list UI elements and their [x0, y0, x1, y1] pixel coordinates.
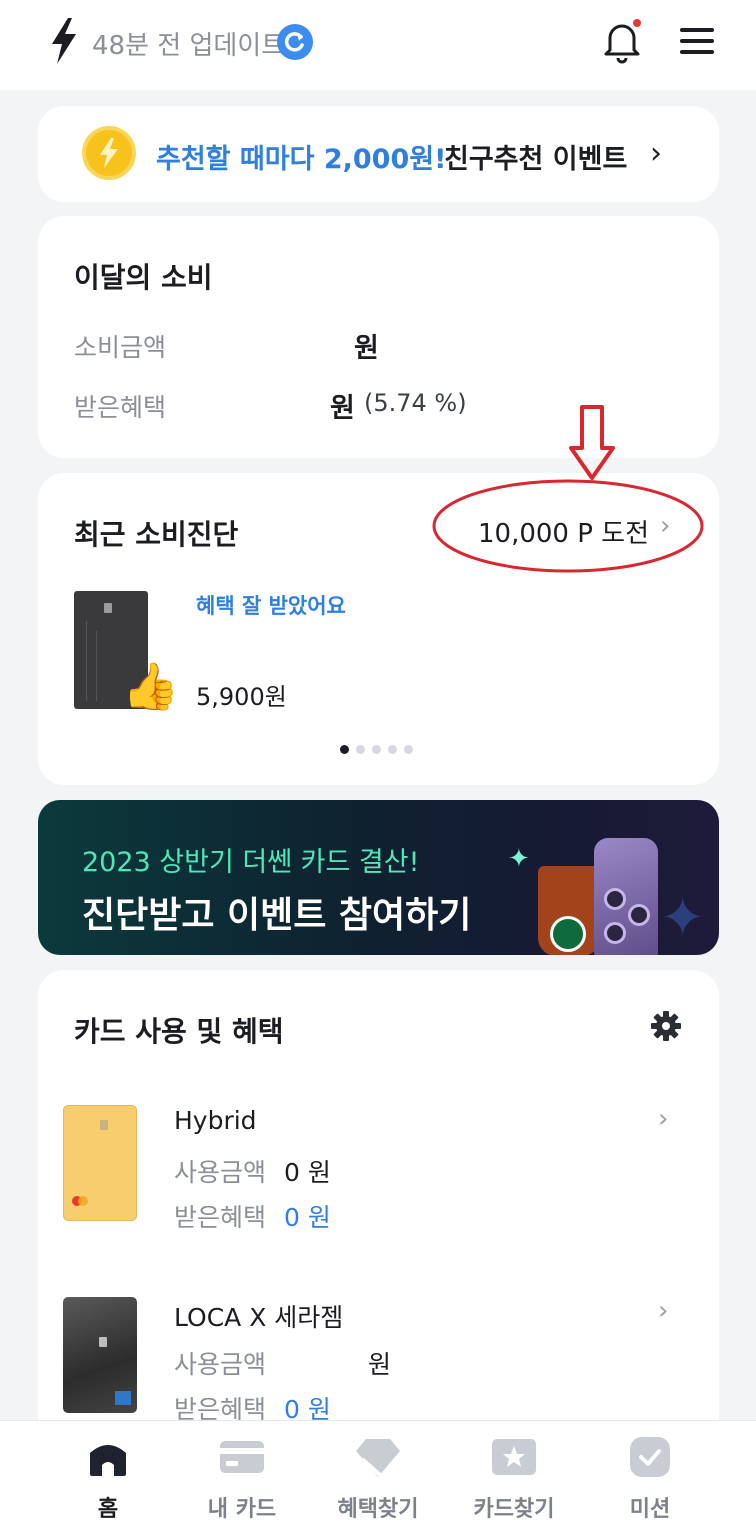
star-card-icon [492, 1439, 536, 1475]
promo-text: 친구추천 이벤트 [444, 144, 628, 175]
annotation-arrow-icon [569, 405, 615, 480]
nav-label: 홈 [97, 1497, 119, 1522]
nav-my-card[interactable]: 내 카드 [172, 1421, 312, 1523]
monthly-spending-card[interactable]: 이달의 소비 소비금액 원 받은혜택 원 (5.74 %) [38, 216, 719, 458]
annotation-ellipse [432, 479, 704, 573]
bottom-nav: 홈 내 카드 혜택찾기 카드찾기 미션 [0, 1420, 756, 1523]
card-name: LOCA X 세라젬 [174, 1303, 344, 1332]
page-dot [340, 745, 349, 754]
page-dot [372, 745, 381, 754]
top-header: 48분 전 업데이트 [0, 0, 756, 90]
check-icon [630, 1437, 670, 1477]
bolt-icon [52, 18, 76, 64]
banner-line2: 진단받고 이벤트 참여하기 [82, 895, 472, 936]
benefit-percent: (5.74 %) [364, 389, 467, 417]
card-icon [220, 1441, 264, 1473]
section-title: 이달의 소비 [74, 261, 213, 294]
page-dot [356, 745, 365, 754]
spent-value: 원 [368, 1350, 392, 1379]
chevron-right-icon: › [650, 136, 662, 171]
nav-mission[interactable]: 미션 [580, 1421, 720, 1523]
chevron-right-icon[interactable]: › [658, 1296, 668, 1326]
nav-find-benefits[interactable]: 혜택찾기 [308, 1421, 448, 1523]
nav-label: 카드찾기 [473, 1497, 555, 1522]
nav-label: 내 카드 [207, 1497, 277, 1522]
spent-label: 소비금액 [74, 333, 167, 362]
benefit-value: 원 [330, 393, 355, 424]
spent-label: 사용금액 [174, 1350, 267, 1379]
diagnosis-amount: 5,900원 [196, 683, 287, 711]
benefit-label: 받은혜택 [174, 1203, 267, 1232]
benefit-value: 0 원 [284, 1203, 331, 1232]
referral-promo-card[interactable]: 추천할 때마다 2,000원! 친구추천 이벤트 › [38, 106, 719, 202]
sparkle-icon: ✦ [660, 886, 706, 949]
sparkle-icon: ✦ [508, 844, 530, 874]
spent-label: 사용금액 [174, 1158, 267, 1187]
nav-label: 혜택찾기 [337, 1497, 419, 1522]
promo-highlight: 추천할 때마다 2,000원! [156, 144, 447, 175]
refresh-icon[interactable] [277, 24, 313, 60]
home-icon [90, 1445, 126, 1476]
nav-find-cards[interactable]: 카드찾기 [444, 1421, 584, 1523]
card-image [63, 1105, 137, 1221]
section-title: 카드 사용 및 혜택 [74, 1015, 284, 1048]
page-dot [404, 745, 413, 754]
card-name: Hybrid [174, 1106, 257, 1135]
gear-icon[interactable] [650, 1010, 682, 1042]
card-image [63, 1297, 137, 1413]
page-indicator [340, 739, 420, 758]
event-banner[interactable]: 2023 상반기 더쎈 카드 결산! 진단받고 이벤트 참여하기 ✦ ✦ [38, 800, 719, 955]
page-dot [388, 745, 397, 754]
spent-value: 원 [354, 333, 379, 364]
banner-line1: 2023 상반기 더쎈 카드 결산! [82, 847, 420, 878]
bell-icon[interactable] [600, 18, 644, 64]
section-title: 최근 소비진단 [74, 518, 239, 551]
nav-home[interactable]: 홈 [38, 1421, 178, 1523]
benefit-label: 받은혜택 [74, 393, 167, 422]
spent-value: 0 원 [284, 1158, 331, 1187]
chevron-right-icon[interactable]: › [658, 1104, 668, 1134]
nav-label: 미션 [629, 1497, 671, 1522]
menu-icon[interactable] [680, 28, 716, 56]
thumbs-up-icon: 👍 [122, 659, 180, 713]
diamond-icon [356, 1439, 400, 1477]
card-usage-card: 카드 사용 및 혜택 Hybrid 사용금액 0 원 받은혜택 0 원 › LO… [38, 970, 719, 1450]
phone-image [594, 838, 658, 955]
notification-dot [633, 19, 641, 27]
diagnosis-message: 혜택 잘 받았어요 [196, 594, 346, 618]
coffee-logo-image [550, 916, 586, 952]
update-time-text: 48분 전 업데이트 [92, 31, 286, 61]
coin-icon [82, 126, 136, 180]
